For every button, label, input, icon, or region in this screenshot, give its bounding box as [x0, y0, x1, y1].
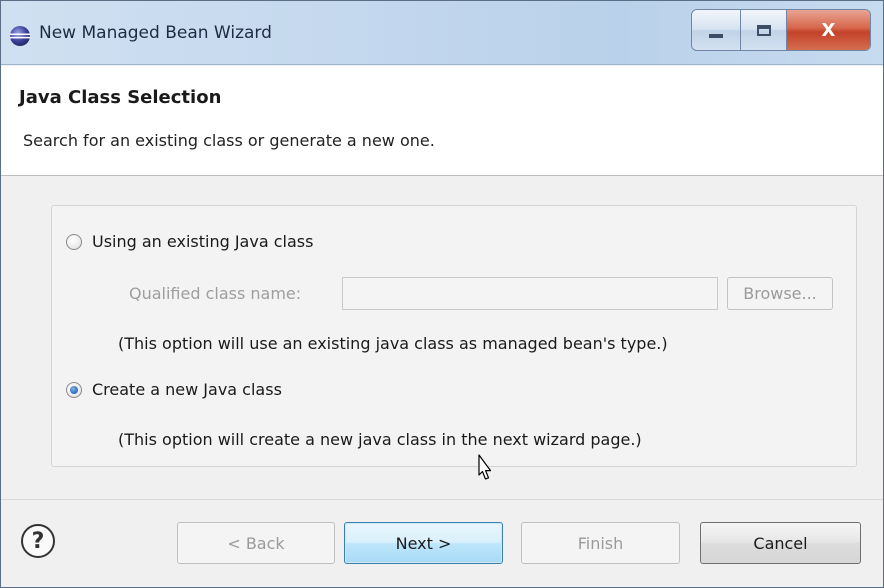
window-title: New Managed Bean Wizard	[39, 23, 272, 43]
wizard-window: New Managed Bean Wizard X Java Class Sel…	[0, 0, 884, 588]
back-button[interactable]: < Back	[177, 522, 335, 564]
qualified-class-input[interactable]	[342, 277, 718, 310]
next-button[interactable]: Next >	[344, 522, 503, 564]
browse-button[interactable]: Browse...	[727, 277, 833, 310]
maximize-icon	[756, 24, 771, 36]
cancel-button[interactable]: Cancel	[700, 522, 861, 564]
class-option-group: Using an existing Java class Qualified c…	[51, 205, 857, 467]
wizard-header: Java Class Selection Search for an exist…	[1, 66, 883, 176]
existing-class-radio[interactable]	[66, 234, 82, 250]
button-bar: ? < Back Next > Finish Cancel	[1, 499, 883, 587]
title-bar[interactable]: New Managed Bean Wizard X	[1, 1, 883, 65]
close-button[interactable]: X	[786, 10, 870, 50]
existing-class-label[interactable]: Using an existing Java class	[92, 232, 313, 251]
new-class-label[interactable]: Create a new Java class	[92, 380, 282, 399]
maximize-button[interactable]	[741, 10, 787, 50]
mouse-pointer-icon	[478, 454, 492, 480]
finish-button[interactable]: Finish	[521, 522, 680, 564]
new-class-note: (This option will create a new java clas…	[118, 430, 642, 449]
help-icon[interactable]: ?	[21, 524, 55, 558]
wizard-body: Using an existing Java class Qualified c…	[1, 177, 883, 499]
window-controls: X	[691, 9, 871, 51]
page-title: Java Class Selection	[19, 87, 222, 108]
qualified-class-label: Qualified class name:	[129, 284, 302, 303]
existing-class-note: (This option will use an existing java c…	[118, 334, 668, 353]
eclipse-app-icon	[10, 26, 30, 46]
page-description: Search for an existing class or generate…	[23, 131, 435, 150]
close-icon: X	[821, 19, 836, 41]
minimize-icon	[709, 34, 724, 38]
new-class-radio[interactable]	[66, 382, 82, 398]
minimize-button[interactable]	[692, 10, 742, 50]
